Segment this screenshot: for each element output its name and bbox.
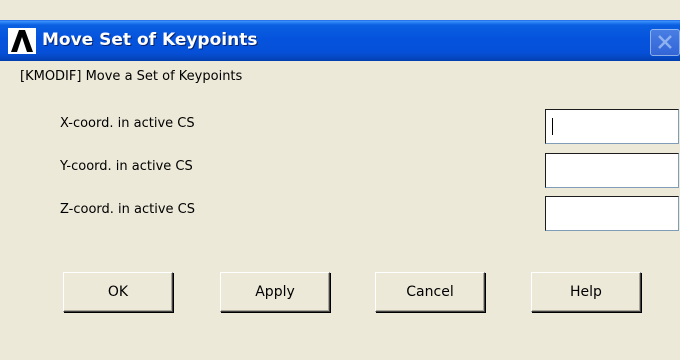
y-coord-input[interactable]: [545, 153, 679, 188]
x-coord-input[interactable]: [545, 109, 679, 144]
ok-button[interactable]: OK: [63, 272, 173, 312]
cancel-button[interactable]: Cancel: [375, 272, 485, 312]
ansys-lambda-icon: [8, 28, 36, 54]
command-label: [KMODIF] Move a Set of Keypoints: [20, 69, 243, 84]
help-button[interactable]: Help: [531, 272, 641, 312]
close-icon[interactable]: [650, 29, 680, 56]
window-title: Move Set of Keypoints: [42, 30, 258, 50]
dialog-window: Move Set of Keypoints [KMODIF] Move a Se…: [0, 0, 680, 360]
y-coord-label: Y-coord. in active CS: [60, 159, 193, 174]
title-bar[interactable]: Move Set of Keypoints: [0, 20, 680, 61]
z-coord-input[interactable]: [545, 196, 679, 231]
z-coord-label: Z-coord. in active CS: [60, 202, 196, 217]
x-coord-label: X-coord. in active CS: [60, 116, 195, 131]
apply-button[interactable]: Apply: [220, 272, 330, 312]
text-caret: [552, 118, 553, 135]
